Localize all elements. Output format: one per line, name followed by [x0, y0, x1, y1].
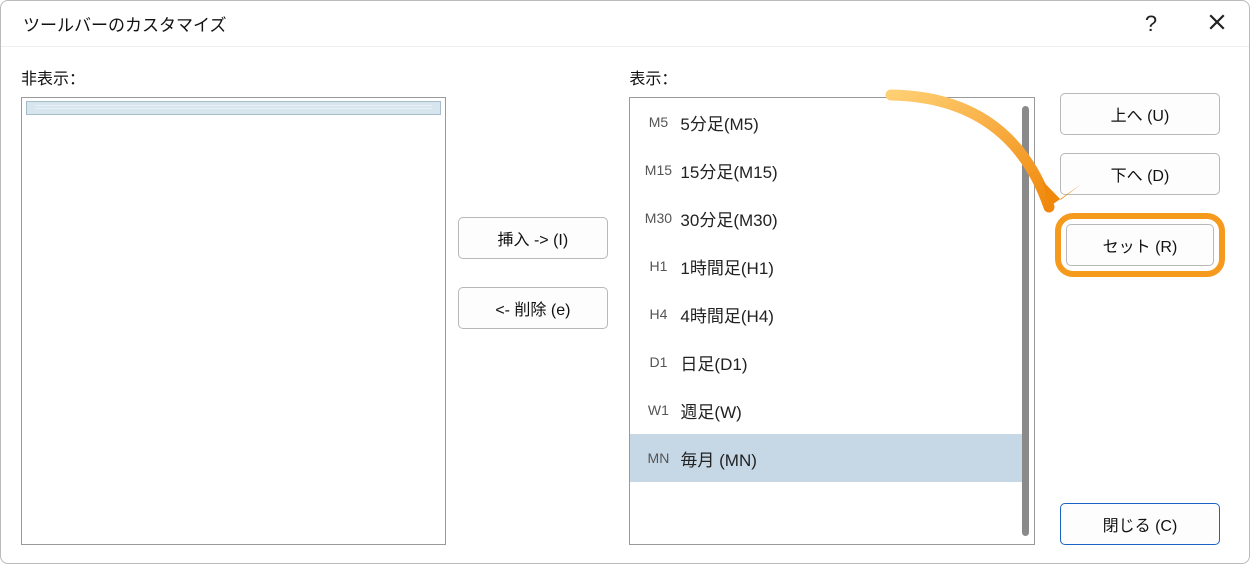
list-item-label: 週足(W) [680, 398, 741, 423]
list-item[interactable] [26, 101, 441, 115]
reset-highlight-annotation: セット (R) [1055, 213, 1225, 277]
scrollbar[interactable] [1022, 100, 1031, 542]
list-item-label: 毎月 (MN) [680, 446, 756, 471]
list-item-label: 30分足(M30) [680, 206, 777, 231]
insert-button[interactable]: 挿入 -> (I) [458, 217, 608, 259]
list-item[interactable]: W1週足(W) [630, 386, 1022, 434]
list-item-label: 日足(D1) [680, 350, 747, 375]
list-item-label: 5分足(M5) [680, 110, 758, 135]
hidden-label: 非表示： [21, 65, 446, 89]
dialog-title: ツールバーのカスタマイズ [23, 11, 227, 36]
list-item-label: 1時間足(H1) [680, 254, 774, 279]
shown-column: 表示： M55分足(M5)M1515分足(M15)M3030分足(M30)H11… [629, 65, 1035, 545]
transfer-buttons-column: 挿入 -> (I) <- 削除 (e) [446, 65, 619, 545]
timeframe-icon: M30 [636, 210, 680, 226]
list-item[interactable]: H44時間足(H4) [630, 290, 1022, 338]
close-button[interactable]: 閉じる (C) [1060, 503, 1220, 545]
shown-list-items: M55分足(M5)M1515分足(M15)M3030分足(M30)H11時間足(… [630, 98, 1022, 544]
remove-button[interactable]: <- 削除 (e) [458, 287, 608, 329]
timeframe-icon: M15 [636, 162, 680, 178]
list-item[interactable]: MN毎月 (MN) [630, 434, 1022, 482]
scroll-thumb[interactable] [1022, 106, 1029, 536]
list-item[interactable]: M3030分足(M30) [630, 194, 1022, 242]
list-item[interactable]: D1日足(D1) [630, 338, 1022, 386]
list-item-label: 4時間足(H4) [680, 302, 774, 327]
timeframe-icon: D1 [636, 354, 680, 370]
timeframe-icon: MN [636, 450, 680, 466]
list-item-label: 15分足(M15) [680, 158, 777, 183]
action-buttons-column: 上へ (U) 下へ (D) セット (R) 閉じる (C) [1051, 65, 1229, 545]
dialog-body: 非表示： 挿入 -> (I) <- 削除 (e) 表示： M55分足(M5)M1… [1, 47, 1249, 563]
reset-button[interactable]: セット (R) [1066, 224, 1214, 266]
move-down-button[interactable]: 下へ (D) [1060, 153, 1220, 195]
help-button[interactable]: ? [1137, 13, 1165, 35]
titlebar-controls: ? [1137, 13, 1231, 35]
list-item[interactable]: M1515分足(M15) [630, 146, 1022, 194]
move-up-button[interactable]: 上へ (U) [1060, 93, 1220, 135]
timeframe-icon: H1 [636, 258, 680, 274]
shown-label: 表示： [629, 65, 1035, 89]
hidden-listbox[interactable] [21, 97, 446, 545]
timeframe-icon: W1 [636, 402, 680, 418]
list-item[interactable]: H11時間足(H1) [630, 242, 1022, 290]
shown-listbox[interactable]: M55分足(M5)M1515分足(M15)M3030分足(M30)H11時間足(… [629, 97, 1035, 545]
titlebar: ツールバーのカスタマイズ ? [1, 1, 1249, 47]
timeframe-icon: H4 [636, 306, 680, 322]
list-item[interactable]: M55分足(M5) [630, 98, 1022, 146]
customize-toolbar-dialog: ツールバーのカスタマイズ ? 非表示： 挿入 -> (I) <- 削除 (e) … [0, 0, 1250, 564]
hidden-column: 非表示： [21, 65, 446, 545]
timeframe-icon: M5 [636, 114, 680, 130]
close-icon[interactable] [1203, 13, 1231, 35]
